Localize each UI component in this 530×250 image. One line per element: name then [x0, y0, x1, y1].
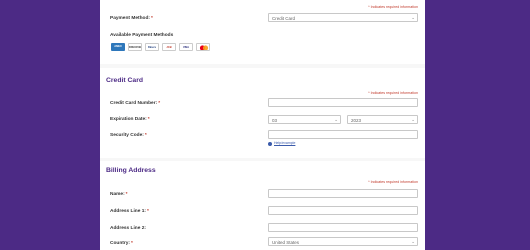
expiration-month-select[interactable]: 03 ⌄: [268, 115, 341, 124]
billing-address-card: Billing Address * Indicates required inf…: [100, 161, 425, 250]
address-line-2-label: Address Line 2:: [110, 226, 146, 231]
chevron-down-icon: ⌄: [411, 15, 415, 20]
billing-name-label: Name:*: [110, 192, 128, 197]
mastercard-icon: [196, 43, 210, 51]
jcb-icon: JCB: [162, 43, 176, 51]
jcb-label: JCB: [166, 46, 172, 49]
visa-icon: VISA: [179, 43, 193, 51]
expiration-year-select[interactable]: 2023 ⌄: [347, 115, 418, 124]
card-number-label: Credit Card Number:*: [110, 101, 161, 106]
available-payment-methods-label: Available Payment Methods: [110, 33, 174, 38]
chevron-down-icon: ⌄: [334, 117, 338, 122]
mastercard-circles: [199, 45, 209, 50]
billing-name-input[interactable]: [268, 189, 418, 198]
payment-method-card: * Indicates required information Payment…: [100, 0, 425, 64]
country-value: United States: [272, 239, 300, 245]
dinersclub-icon: Diners: [145, 43, 159, 51]
security-code-label: Security Code:*: [110, 133, 147, 138]
card-number-input[interactable]: [268, 98, 418, 107]
discover-label: DISCOVER: [129, 46, 142, 49]
required-note: * Indicates required information: [368, 5, 418, 9]
security-code-input[interactable]: [268, 130, 418, 139]
required-note: * Indicates required information: [368, 91, 418, 95]
payment-method-label: Payment Method:*: [110, 16, 153, 21]
country-label: Country:*: [110, 241, 133, 246]
discover-icon: DISCOVER: [128, 43, 142, 51]
help-icon: [268, 142, 272, 146]
payment-method-value: Credit Card: [272, 15, 296, 21]
billing-address-title: Billing Address: [106, 167, 156, 174]
dinersclub-label: Diners: [147, 46, 157, 49]
amex-label: AMEX: [114, 45, 122, 48]
address-line-2-input[interactable]: [268, 223, 418, 232]
expiration-month-value: 03: [272, 117, 278, 123]
chevron-down-icon: ⌄: [411, 117, 415, 122]
credit-card-title: Credit Card: [106, 77, 144, 84]
address-line-1-input[interactable]: [268, 206, 418, 215]
expiration-date-label: Expiration Date:*: [110, 117, 150, 122]
security-code-help-link[interactable]: Help/example: [274, 141, 295, 145]
amex-icon: AMEX: [111, 43, 125, 51]
expiration-year-value: 2023: [351, 117, 362, 123]
chevron-down-icon: ⌄: [411, 239, 415, 244]
address-line-1-label: Address Line 1:*: [110, 209, 149, 214]
checkout-panel: * Indicates required information Payment…: [100, 0, 425, 250]
required-note: * Indicates required information: [368, 180, 418, 184]
visa-label: VISA: [182, 46, 190, 49]
payment-method-select[interactable]: Credit Card ⌄: [268, 13, 418, 22]
country-select[interactable]: United States ⌄: [268, 237, 418, 246]
credit-card-card: Credit Card * Indicates required informa…: [100, 68, 425, 158]
